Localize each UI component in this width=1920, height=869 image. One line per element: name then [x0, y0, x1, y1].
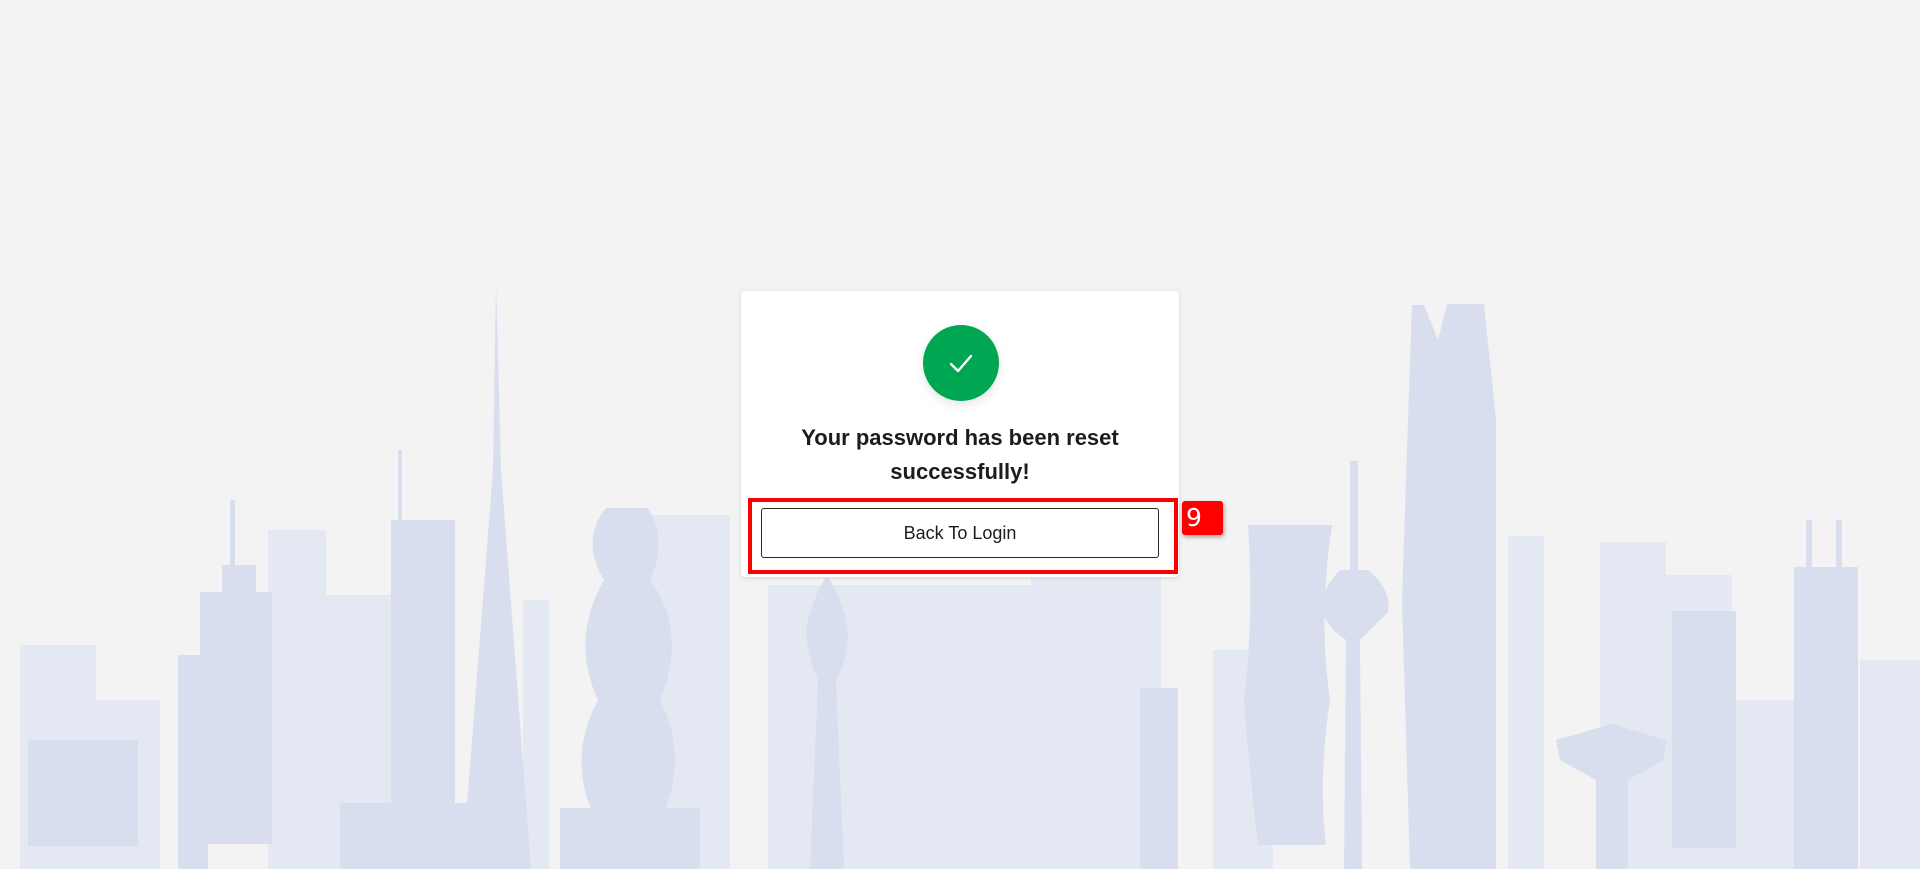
success-check-badge	[923, 325, 999, 401]
back-to-login-button[interactable]: Back To Login	[761, 508, 1159, 558]
success-message: Your password has been reset successfull…	[801, 425, 1119, 484]
success-card: Your password has been reset successfull…	[741, 291, 1179, 577]
marker-badge: 9	[1182, 501, 1223, 535]
check-icon	[949, 354, 973, 373]
